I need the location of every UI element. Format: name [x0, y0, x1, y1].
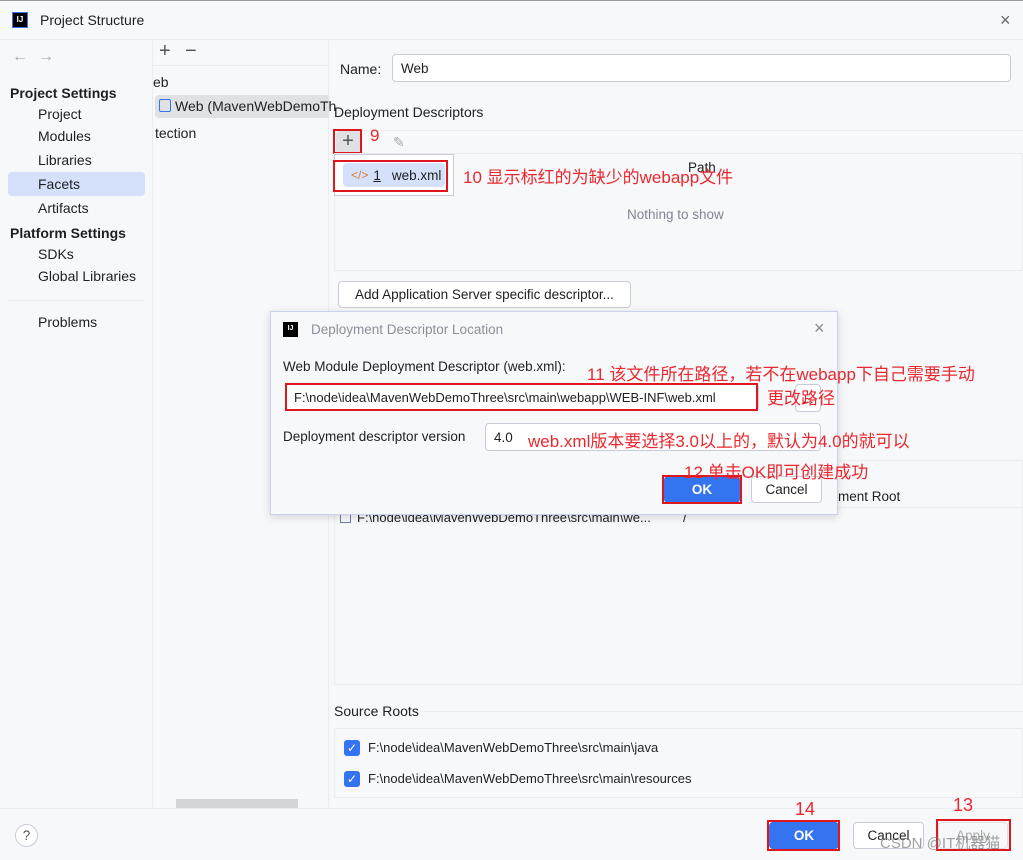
sidebar-item-libraries[interactable]: Libraries: [38, 152, 92, 168]
tree-item-web-module[interactable]: Web (MavenWebDemoTh: [175, 98, 336, 114]
close-icon[interactable]: ×: [1000, 10, 1011, 31]
annotation-11: 11 该文件所在路径，若不在webapp下自己需要手动: [587, 365, 975, 384]
sidebar-item-sdks[interactable]: SDKs: [38, 246, 74, 262]
title-bar: [0, 0, 1023, 40]
remove-facet-button[interactable]: −: [185, 40, 197, 63]
name-field[interactable]: Web: [392, 54, 1011, 82]
tree-item-detection[interactable]: tection: [155, 125, 196, 141]
sidebar-item-modules[interactable]: Modules: [38, 128, 91, 144]
add-facet-button[interactable]: +: [159, 40, 171, 63]
checkbox-java[interactable]: ✓: [344, 740, 360, 756]
web-module-icon: [159, 99, 171, 112]
annotation-11b: 更改路径: [767, 389, 835, 408]
descriptor-path-label: Web Module Deployment Descriptor (web.xm…: [283, 359, 566, 374]
sidebar-item-facets[interactable]: Facets: [38, 176, 80, 192]
app-logo-icon: IJ: [12, 12, 28, 28]
dialog-title: Deployment Descriptor Location: [311, 322, 504, 337]
source-roots-list: [334, 728, 1023, 798]
edit-pencil-icon[interactable]: ✎: [393, 134, 405, 151]
annotation-10: 10 显示标红的为缺少的webapp文件: [463, 168, 734, 187]
annotation-13: 13: [953, 795, 974, 815]
sidebar-item-problems[interactable]: Problems: [38, 314, 97, 330]
add-server-descriptor-button[interactable]: Add Application Server specific descript…: [338, 281, 631, 308]
sidebar-item-artifacts[interactable]: Artifacts: [38, 200, 89, 216]
version-label: Deployment descriptor version: [283, 429, 466, 444]
annotation-12: 12 单击OK即可创建成功: [684, 463, 869, 482]
annotation-version: web.xml版本要选择3.0以上的，默认为4.0的就可以: [528, 432, 910, 451]
sidebar-item-global-libraries[interactable]: Global Libraries: [38, 268, 136, 284]
window-title: Project Structure: [40, 12, 145, 28]
tree-item-web-facet[interactable]: eb: [153, 74, 169, 90]
empty-text: Nothing to show: [627, 207, 724, 222]
help-button[interactable]: ?: [15, 824, 38, 847]
forward-arrow-icon[interactable]: →: [38, 48, 54, 66]
back-arrow-icon[interactable]: ←: [12, 48, 28, 66]
annotation-14: 14: [795, 799, 816, 819]
sidebar-item-project[interactable]: Project: [38, 106, 82, 122]
checkbox-resources[interactable]: ✓: [344, 771, 360, 787]
source-root-resources: F:\node\idea\MavenWebDemoThree\src\main\…: [368, 771, 692, 786]
source-roots-heading: Source Roots: [334, 703, 419, 719]
watermark: CSDN @IT机器猫: [880, 835, 1001, 852]
deployment-descriptors-heading: Deployment Descriptors: [334, 104, 484, 120]
dialog-logo-icon: IJ: [283, 322, 298, 337]
dialog-close-icon[interactable]: ×: [814, 318, 825, 339]
sidebar-group-platform-settings: Platform Settings: [10, 225, 126, 241]
sidebar-group-project-settings: Project Settings: [10, 85, 117, 101]
name-label: Name:: [340, 61, 382, 77]
column-header-root: ment Root: [838, 489, 901, 504]
annotation-9: 9: [370, 126, 380, 145]
horizontal-scrollbar[interactable]: [176, 799, 298, 808]
divider: [8, 300, 145, 301]
source-root-java: F:\node\idea\MavenWebDemoThree\src\main\…: [368, 740, 659, 755]
